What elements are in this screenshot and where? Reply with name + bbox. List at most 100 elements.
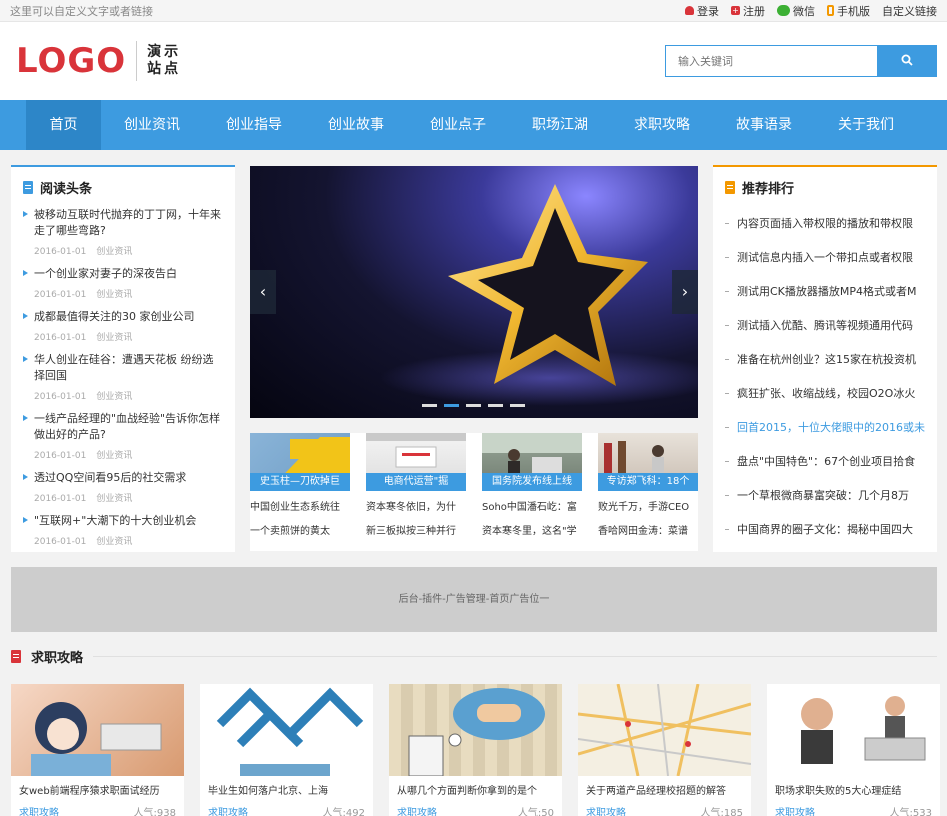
ranking-item-highlighted[interactable]: 回首2015，十位大佬眼中的2016或未 <box>725 411 925 445</box>
search-bar <box>665 45 937 77</box>
headline-link[interactable]: 华人创业在硅谷：遭遇天花板 纷纷选择回国 <box>34 352 223 384</box>
thumb-link[interactable]: 一个卖煎饼的黄太 <box>250 520 350 544</box>
card-title[interactable]: 毕业生如何落户北京、上海 <box>200 776 373 797</box>
section-divider <box>93 655 937 657</box>
card-image[interactable] <box>200 684 373 776</box>
thumb-link[interactable]: 资本寒冬依旧，为什 <box>366 496 466 520</box>
ranking-title: 推荐排行 <box>713 167 937 207</box>
ranking-item[interactable]: 测试插入优酷、腾讯等视频通用代码 <box>725 309 925 343</box>
thumb-links: Soho中国潘石屹：富 资本寒冬里，这名"学 <box>482 496 582 544</box>
thumb-image[interactable]: 国务院发布线上线 <box>482 433 582 491</box>
headline-link[interactable]: 被移动互联时代抛弃的丁丁网，十年来走了哪些弯路? <box>34 207 223 239</box>
slider-dot[interactable] <box>422 404 437 407</box>
list-item: "互联网+"大潮下的十大创业机会 2016-01-01 创业资讯 <box>23 513 223 547</box>
headline-link[interactable]: 一个创业家对妻子的深夜告白 <box>34 266 223 282</box>
ranking-item[interactable]: 中国商界的圈子文化：揭秘中国四大 <box>725 513 925 547</box>
site-logo[interactable]: LOGO 演示 站点 <box>16 41 181 81</box>
thumb-links: 中国创业生态系统往 一个卖煎饼的黄太 <box>250 496 350 544</box>
thumb-caption: 史玉柱—刀砍掉巨 <box>250 473 350 491</box>
slider-next-button[interactable]: › <box>672 270 698 314</box>
ranking-item[interactable]: 测试用CK播放器播放MP4格式或者M <box>725 275 925 309</box>
thumb-image[interactable]: 电商代运营"掘 <box>366 433 466 491</box>
ranking-list: 内容页面插入带权限的播放和带权限 测试信息内插入一个带扣点或者权限 测试用CK播… <box>713 207 937 547</box>
document-icon <box>23 180 33 194</box>
thumb-item: 专访郑飞科：18个 败光千万，手游CEO 香哈网田金涛：菜谱 <box>598 433 698 551</box>
phone-icon <box>827 5 834 16</box>
card-meta: 求职攻略 人气:533 <box>775 808 932 816</box>
nav-startup-stories[interactable]: 创业故事 <box>305 100 407 150</box>
logo-text: LOGO <box>16 41 127 81</box>
headline-link[interactable]: "互联网+"大潮下的十大创业机会 <box>34 513 223 529</box>
register-link[interactable]: + 注册 <box>731 3 765 19</box>
thumbnail-strip: 史玉柱—刀砍掉巨 中国创业生态系统往 一个卖煎饼的黄太 电商代运营"掘 资本寒冬依… <box>250 433 698 551</box>
thumb-link[interactable]: 资本寒冬里，这名"学 <box>482 520 582 544</box>
thumb-link[interactable]: 新三板拟按三种并行 <box>366 520 466 544</box>
slider-dot[interactable] <box>510 404 525 407</box>
wechat-link[interactable]: 微信 <box>777 3 815 19</box>
nav-job-hunting[interactable]: 求职攻略 <box>611 100 713 150</box>
thumb-links: 资本寒冬依旧，为什 新三板拟按三种并行 <box>366 496 466 544</box>
header: LOGO 演示 站点 <box>0 22 947 100</box>
card-image[interactable] <box>578 684 751 776</box>
card-meta: 求职攻略 人气:938 <box>19 808 176 816</box>
thumb-image[interactable]: 史玉柱—刀砍掉巨 <box>250 433 350 491</box>
nav-about[interactable]: 关于我们 <box>815 100 917 150</box>
slider-prev-button[interactable]: ‹ <box>250 270 276 314</box>
nav-startup-ideas[interactable]: 创业点子 <box>407 100 509 150</box>
ranking-item[interactable]: 疯狂扩张、收缩战线，校园O2O冰火 <box>725 377 925 411</box>
ranking-item[interactable]: 盘点"中国特色"：67个创业项目拾食 <box>725 445 925 479</box>
star-image <box>380 184 698 406</box>
card-meta: 求职攻略 人气:50 <box>397 808 554 816</box>
nav-startup-news[interactable]: 创业资讯 <box>101 100 203 150</box>
slider-dot[interactable] <box>488 404 503 407</box>
slider-dot-active[interactable] <box>444 404 459 407</box>
list-item: 透过QQ空间看95后的社交需求 2016-01-01 创业资讯 <box>23 470 223 504</box>
search-button[interactable] <box>877 45 937 77</box>
card-meta: 求职攻略 人气:185 <box>586 808 743 816</box>
headline-meta: 2016-01-01 创业资讯 <box>34 333 133 343</box>
headline-link[interactable]: 一线产品经理的"血战经验"告诉你怎样做出好的产品? <box>34 411 223 443</box>
logo-divider <box>136 41 138 81</box>
thumb-link[interactable]: 败光千万，手游CEO <box>598 496 698 520</box>
thumb-link[interactable]: 中国创业生态系统往 <box>250 496 350 520</box>
custom-link[interactable]: 自定义链接 <box>882 3 937 19</box>
wechat-icon <box>777 5 790 16</box>
headline-link[interactable]: 成都最值得关注的30 家创业公司 <box>34 309 223 325</box>
login-link[interactable]: 登录 <box>685 3 719 19</box>
card-title[interactable]: 从哪几个方面判断你拿到的是个 <box>389 776 562 797</box>
card-title[interactable]: 女web前端程序猿求职面试经历 <box>11 776 184 797</box>
nav-home[interactable]: 首页 <box>26 100 101 150</box>
search-icon <box>901 54 913 66</box>
nav-workplace[interactable]: 职场江湖 <box>509 100 611 150</box>
article-card: 职场求职失败的5大心理症结 求职攻略 人气:533 <box>767 684 940 816</box>
thumb-link[interactable]: Soho中国潘石屹：富 <box>482 496 582 520</box>
thumb-link[interactable]: 香哈网田金涛：菜谱 <box>598 520 698 544</box>
article-cards: 女web前端程序猿求职面试经历 求职攻略 人气:938 毕业生如何落户北京、上海 … <box>11 684 940 816</box>
mobile-link[interactable]: 手机版 <box>827 3 870 19</box>
card-title[interactable]: 职场求职失败的5大心理症结 <box>767 776 940 797</box>
document-icon <box>11 649 21 663</box>
headlines-title: 阅读头条 <box>11 167 235 207</box>
ad-banner[interactable]: 后台-插件-广告管理-首页广告位一 <box>11 567 937 632</box>
nav-quotes[interactable]: 故事语录 <box>713 100 815 150</box>
thumb-item: 国务院发布线上线 Soho中国潘石屹：富 资本寒冬里，这名"学 <box>482 433 582 551</box>
ranking-item[interactable]: 内容页面插入带权限的播放和带权限 <box>725 207 925 241</box>
headline-link[interactable]: 透过QQ空间看95后的社交需求 <box>34 470 223 486</box>
thumb-caption: 国务院发布线上线 <box>482 473 582 491</box>
nav-startup-guide[interactable]: 创业指导 <box>203 100 305 150</box>
ranking-item[interactable]: 测试信息内插入一个带扣点或者权限 <box>725 241 925 275</box>
headline-meta: 2016-01-01 创业资讯 <box>34 451 133 461</box>
ranking-item[interactable]: 一个草根微商暴富突破：几个月8万 <box>725 479 925 513</box>
headlines-panel: 阅读头条 被移动互联时代抛弃的丁丁网，十年来走了哪些弯路? 2016-01-01 创… <box>11 165 235 552</box>
card-image[interactable] <box>767 684 940 776</box>
card-image[interactable] <box>389 684 562 776</box>
stressed-man-image <box>801 696 926 764</box>
image-slider[interactable]: ‹ › <box>250 166 698 418</box>
slider-dot[interactable] <box>466 404 481 407</box>
thumb-image[interactable]: 专访郑飞科：18个 <box>598 433 698 491</box>
card-title[interactable]: 关于两道产品经理校招题的解答 <box>578 776 751 797</box>
ranking-item[interactable]: 准备在杭州创业？这15家在杭投资机 <box>725 343 925 377</box>
card-image[interactable] <box>11 684 184 776</box>
search-input[interactable] <box>665 45 877 77</box>
article-card: 关于两道产品经理校招题的解答 求职攻略 人气:185 <box>578 684 751 816</box>
